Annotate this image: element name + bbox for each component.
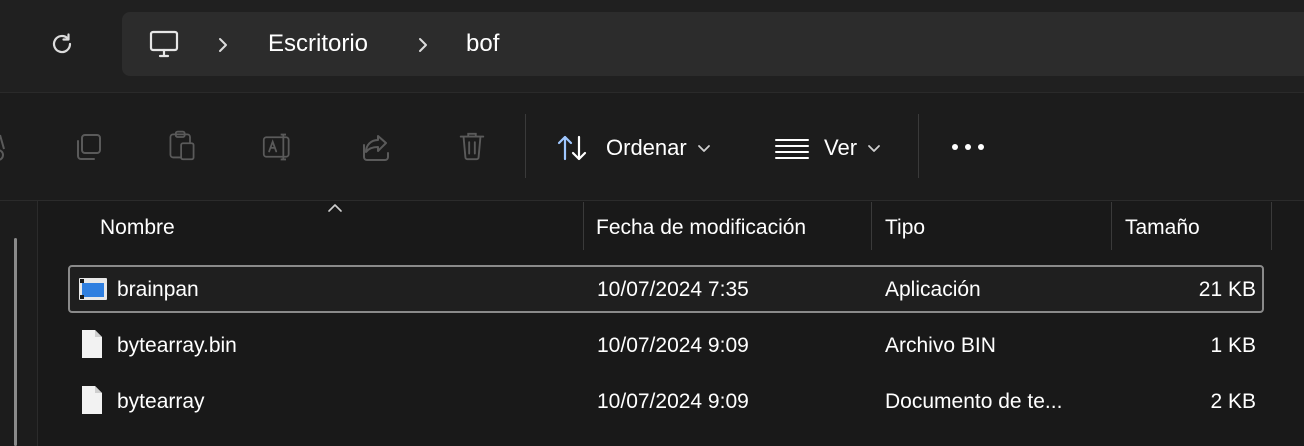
delete-icon[interactable] [456,130,488,162]
column-header-date[interactable]: Fecha de modificación [596,212,806,244]
sort-ascending-icon [328,204,342,212]
column-header-size[interactable]: Tamaño [1125,212,1200,244]
chevron-down-icon [697,145,710,152]
navigation-bar: Escritorio bof [0,0,1304,92]
more-options-icon[interactable] [950,140,986,154]
column-header-type[interactable]: Tipo [885,212,925,244]
sort-label: Ordenar [606,135,687,160]
file-size: 2 KB [1210,390,1256,413]
column-separator[interactable] [1271,202,1272,250]
address-bar[interactable]: Escritorio bof [122,12,1304,76]
file-name: bytearray.bin [117,334,237,357]
chevron-down-icon [868,145,880,152]
file-icon [82,330,102,358]
table-row[interactable]: bytearray.bin 10/07/2024 9:09 Archivo BI… [68,322,1264,370]
column-header-name[interactable]: Nombre [100,212,175,244]
toolbar-divider [918,114,919,178]
table-row[interactable]: bytearray 10/07/2024 9:09 Documento de t… [68,378,1264,426]
refresh-button[interactable] [46,28,78,60]
view-list-icon [775,139,809,159]
share-icon[interactable] [360,131,392,163]
file-icon [82,386,102,414]
file-size: 1 KB [1210,334,1256,357]
cut-icon[interactable] [0,131,12,163]
column-separator[interactable] [583,202,584,250]
navigation-pane [0,201,38,446]
file-date: 10/07/2024 9:09 [597,334,749,357]
breadcrumb-escritorio[interactable]: Escritorio [268,30,368,58]
this-pc-icon[interactable] [148,28,180,60]
refresh-icon [52,33,72,54]
rename-icon[interactable] [262,131,294,163]
file-type: Aplicación [885,278,981,301]
sort-button[interactable]: Ordenar [556,128,711,168]
file-type: Documento de te... [885,390,1063,413]
breadcrumb-chevron-icon[interactable] [416,36,430,54]
view-label: Ver [824,135,858,160]
column-separator[interactable] [871,202,872,250]
breadcrumb-bof[interactable]: bof [466,30,499,58]
file-date: 10/07/2024 9:09 [597,390,749,413]
sort-icon [557,135,587,161]
file-name: bytearray [117,390,205,413]
nav-pane-scrollbar[interactable] [14,238,17,446]
view-button[interactable]: Ver [774,128,881,168]
breadcrumb-chevron-icon[interactable] [216,36,230,54]
file-name: brainpan [117,278,199,301]
application-icon [79,278,107,300]
table-row[interactable]: brainpan 10/07/2024 7:35 Aplicación 21 K… [68,265,1264,313]
file-size: 21 KB [1198,278,1256,301]
file-type: Archivo BIN [885,334,996,357]
toolbar-divider [525,114,526,178]
file-date: 10/07/2024 7:35 [597,278,749,301]
column-separator[interactable] [1111,202,1112,250]
copy-icon[interactable] [72,131,104,163]
paste-icon[interactable] [166,129,198,161]
